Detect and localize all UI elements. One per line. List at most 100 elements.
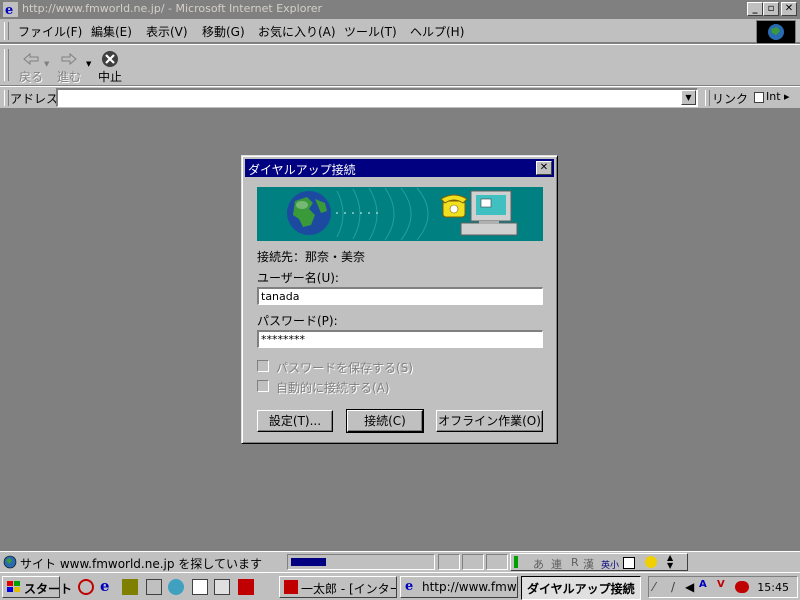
- back-label: 戻る: [18, 70, 43, 84]
- ime-scroll-icon[interactable]: ▲ ▼: [667, 554, 673, 570]
- ie-task-icon: e: [405, 579, 414, 594]
- back-arrow-icon: [23, 52, 39, 66]
- globe-icon: [287, 191, 331, 235]
- address-grip[interactable]: [4, 90, 9, 106]
- menu-go[interactable]: 移動(G): [202, 23, 245, 40]
- globe-logo-icon: [768, 24, 784, 40]
- dialup-banner-image: [257, 187, 543, 241]
- password-label: パスワード(P):: [257, 314, 338, 328]
- stop-button[interactable]: 中止: [89, 49, 131, 85]
- minimize-button[interactable]: _: [747, 2, 763, 16]
- internet-explorer-icon: e: [3, 2, 18, 17]
- address-dropdown-button[interactable]: ▼: [681, 90, 696, 105]
- stop-label: 中止: [97, 70, 122, 84]
- restore-button[interactable]: ▫: [763, 2, 779, 16]
- loading-globe-icon: [3, 555, 17, 569]
- dialog-title: ダイヤルアップ接続: [248, 163, 356, 177]
- ime-kanji[interactable]: 漢: [583, 556, 594, 572]
- connect-button[interactable]: 接続(C): [346, 409, 424, 433]
- ie-throbber-logo: [756, 20, 796, 44]
- task-browser-label: http://www.fmwo...: [422, 580, 517, 594]
- ime-toolbar: あ 連 R 漢 英小 ▲ ▼: [510, 553, 688, 571]
- forward-label: 進む: [56, 70, 81, 84]
- ime-grip[interactable]: [514, 556, 518, 568]
- quicklaunch-app-icon[interactable]: [122, 579, 138, 595]
- address-label: アドレス: [10, 92, 59, 106]
- tray-stylus-icon[interactable]: /: [671, 580, 685, 594]
- address-bar: アドレス ▼ リンク Int ▸: [0, 86, 800, 109]
- tray-volume-icon[interactable]: ◀: [685, 580, 697, 594]
- telephone-icon: [440, 194, 468, 218]
- dialog-title-bar[interactable]: ダイヤルアップ接続 ✕: [245, 159, 554, 177]
- close-button[interactable]: ✕: [781, 2, 797, 16]
- quicklaunch-ie-icon[interactable]: e: [100, 579, 116, 595]
- password-input[interactable]: ********: [257, 330, 543, 348]
- ichitaro-icon: [284, 580, 298, 594]
- status-text: サイト www.fmworld.ne.jp を探しています: [20, 557, 262, 571]
- task-browser[interactable]: e http://www.fmwo...: [400, 576, 518, 598]
- links-grip[interactable]: [705, 90, 710, 106]
- task-dialup[interactable]: ダイヤルアップ接続: [521, 576, 641, 600]
- start-button[interactable]: スタート: [2, 576, 72, 598]
- settings-button[interactable]: 設定(T)...: [257, 410, 333, 432]
- tray-v-icon[interactable]: V: [717, 579, 733, 595]
- globe-computer-illustration: [257, 187, 543, 241]
- toolbar-grip[interactable]: [4, 49, 9, 81]
- username-label: ユーザー名(U):: [257, 271, 339, 285]
- status-progress-bar: [287, 554, 435, 570]
- save-password-label: パスワードを保存する(S): [276, 361, 413, 375]
- menu-file[interactable]: ファイル(F): [18, 23, 82, 40]
- windows-logo-icon: [7, 581, 20, 592]
- menu-help[interactable]: ヘルプ(H): [410, 23, 464, 40]
- menu-view[interactable]: 表示(V): [146, 23, 188, 40]
- taskbar: スタート e 一太郎 - [インター e http://www.fmwo... …: [0, 572, 800, 600]
- ime-renbun[interactable]: 連: [551, 556, 562, 572]
- task-ichitaro-label: 一太郎 - [インター: [301, 582, 397, 596]
- menu-favorites[interactable]: お気に入り(A): [258, 23, 336, 40]
- status-pane: [462, 554, 484, 570]
- quicklaunch-doc-icon[interactable]: [192, 579, 208, 595]
- offline-button[interactable]: オフライン作業(O): [436, 410, 543, 432]
- task-ichitaro[interactable]: 一太郎 - [インター: [279, 576, 397, 598]
- connect-to-text: 接続先：那奈・美奈: [257, 250, 366, 264]
- username-input[interactable]: tanada: [257, 287, 543, 305]
- menu-tools[interactable]: ツール(T): [344, 23, 397, 40]
- quicklaunch-red-icon[interactable]: [238, 579, 254, 595]
- quicklaunch-channel-icon[interactable]: [168, 579, 184, 595]
- dialup-dialog: ダイヤルアップ接続 ✕ 接続先：那奈・美奈 ユーザー名(U): tanada パ…: [241, 155, 558, 444]
- links-item-label: Int: [766, 90, 781, 103]
- quicklaunch-no-icon[interactable]: [78, 579, 94, 595]
- address-input[interactable]: ▼: [56, 88, 698, 107]
- save-password-checkbox[interactable]: パスワードを保存する(S): [257, 358, 457, 375]
- status-progress-fill: [291, 558, 326, 566]
- quicklaunch-edit-icon[interactable]: [214, 579, 230, 595]
- auto-connect-box[interactable]: [257, 380, 269, 392]
- auto-connect-label: 自動的に接続する(A): [276, 381, 390, 395]
- status-bar: サイト www.fmworld.ne.jp を探しています あ 連 R 漢 英小…: [0, 551, 800, 572]
- link-page-icon: [754, 91, 764, 103]
- ime-eisuu[interactable]: 英小: [601, 558, 619, 571]
- tray-network-icon[interactable]: [735, 581, 749, 593]
- ime-romaji[interactable]: R: [571, 556, 579, 569]
- ime-pad-icon[interactable]: [623, 557, 635, 569]
- dialog-close-button[interactable]: ✕: [536, 161, 552, 175]
- menu-grip[interactable]: [4, 22, 9, 40]
- tray-a12-icon[interactable]: A: [699, 579, 715, 595]
- links-label[interactable]: リンク: [712, 90, 748, 107]
- task-dialup-label: ダイヤルアップ接続: [527, 582, 635, 596]
- menu-edit[interactable]: 編集(E): [91, 23, 132, 40]
- links-item[interactable]: Int ▸: [754, 90, 790, 103]
- ime-tool-icon[interactable]: [645, 556, 657, 568]
- browser-title-bar[interactable]: e http://www.fmworld.ne.jp/ - Microsoft …: [0, 0, 800, 19]
- quicklaunch-mail-icon[interactable]: [146, 579, 162, 595]
- forward-arrow-icon: [61, 52, 77, 66]
- ime-hiragana[interactable]: あ: [533, 556, 544, 572]
- save-password-box[interactable]: [257, 360, 269, 372]
- tray-pen-icon[interactable]: ⁄: [653, 580, 667, 594]
- stop-icon: [102, 51, 118, 67]
- menu-bar: ファイル(F) 編集(E) 表示(V) 移動(G) お気に入り(A) ツール(T…: [0, 19, 800, 43]
- auto-connect-checkbox[interactable]: 自動的に接続する(A): [257, 378, 457, 395]
- forward-button[interactable]: 進む: [48, 49, 90, 85]
- clock[interactable]: 15:45: [757, 581, 789, 594]
- start-label: スタート: [24, 582, 73, 596]
